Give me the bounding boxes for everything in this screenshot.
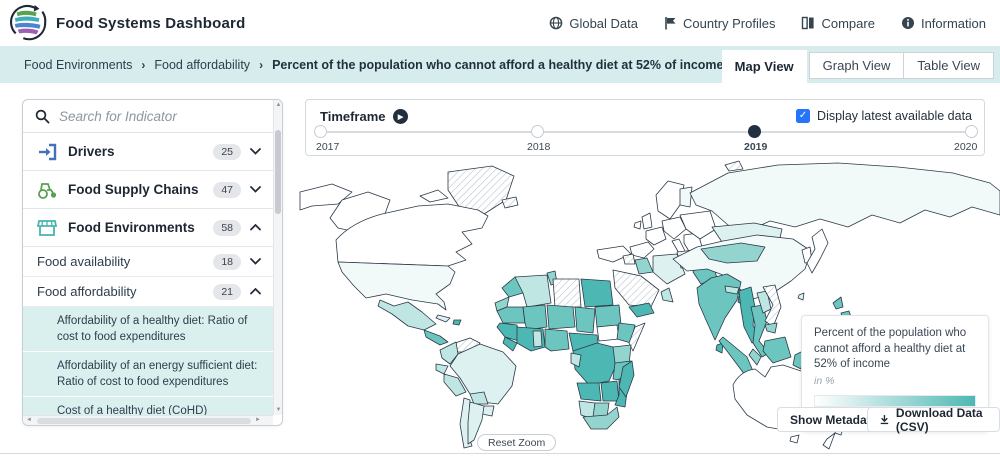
subsection-label: Food availability bbox=[37, 254, 130, 269]
reset-zoom-label: Reset Zoom bbox=[488, 437, 545, 449]
sidebar-section-food-supply-chains[interactable]: Food Supply Chains 47 bbox=[23, 171, 273, 209]
app-title: Food Systems Dashboard bbox=[56, 15, 245, 32]
display-latest-label: Display latest available data bbox=[817, 109, 972, 123]
year-label: 2020 bbox=[954, 141, 977, 153]
indicator-item[interactable]: Affordability of a healthy diet: Ratio o… bbox=[23, 307, 273, 352]
nav-label: Information bbox=[921, 16, 986, 31]
tab-map-view[interactable]: Map View bbox=[722, 50, 807, 83]
storefront-icon bbox=[35, 219, 59, 237]
nav-label: Global Data bbox=[569, 16, 638, 31]
year-slider-track[interactable] bbox=[320, 131, 970, 133]
view-tabs: Map View Graph View Table View bbox=[722, 50, 994, 83]
year-stop-2017[interactable] bbox=[314, 125, 327, 138]
reset-zoom-button[interactable]: Reset Zoom bbox=[477, 434, 556, 451]
sidebar-horizontal-scrollbar[interactable]: ◄ ► bbox=[23, 415, 273, 425]
count-badge: 18 bbox=[213, 254, 241, 270]
indicator-item[interactable]: Affordability of an energy sufficient di… bbox=[23, 352, 273, 397]
section-label: Food Environments bbox=[68, 220, 195, 235]
chevron-down-icon bbox=[250, 148, 261, 155]
breadcrumb-separator: › bbox=[141, 58, 145, 72]
compare-icon bbox=[801, 16, 815, 30]
breadcrumb: Food Environments › Food affordability ›… bbox=[24, 46, 724, 83]
sidebar-subsection-food-affordability[interactable]: Food affordability 21 bbox=[23, 277, 273, 307]
timeframe-label: Timeframe bbox=[320, 109, 386, 124]
flag-icon bbox=[664, 16, 677, 30]
display-latest-checkbox-row[interactable]: ✓ Display latest available data bbox=[796, 109, 972, 123]
count-badge: 58 bbox=[213, 220, 241, 236]
legend-title: Percent of the population who cannot aff… bbox=[814, 326, 976, 373]
login-arrow-icon bbox=[35, 143, 59, 161]
download-data-label: Download Data (CSV) bbox=[896, 406, 987, 434]
year-label-selected: 2019 bbox=[744, 141, 767, 153]
sidebar-section-food-environments[interactable]: Food Environments 58 bbox=[23, 209, 273, 247]
tab-table-view[interactable]: Table View bbox=[904, 52, 994, 79]
globe-icon bbox=[549, 16, 563, 30]
section-label: Drivers bbox=[68, 144, 115, 159]
info-icon bbox=[901, 16, 915, 30]
scroll-right-arrow[interactable]: ► bbox=[255, 417, 261, 423]
year-label: 2017 bbox=[316, 141, 339, 153]
timeframe-panel: Timeframe ▶ ✓ Display latest available d… bbox=[305, 99, 985, 156]
breadcrumb-current-indicator: Percent of the population who cannot aff… bbox=[272, 58, 723, 72]
section-label: Food Supply Chains bbox=[68, 182, 199, 197]
search-icon bbox=[35, 109, 50, 124]
main-nav: Global Data Country Profiles Compare Inf… bbox=[549, 16, 1000, 31]
nav-compare[interactable]: Compare bbox=[801, 16, 874, 31]
nav-global-data[interactable]: Global Data bbox=[549, 16, 638, 31]
checkbox-checked-icon[interactable]: ✓ bbox=[796, 109, 810, 123]
count-badge: 47 bbox=[213, 182, 241, 198]
chevron-up-icon bbox=[250, 224, 261, 231]
indicator-sidebar: Drivers 25 Food Supply Chains 47 Food En… bbox=[22, 99, 283, 426]
chevron-up-icon bbox=[250, 288, 261, 295]
subsection-label: Food affordability bbox=[37, 284, 137, 299]
breadcrumb-level1[interactable]: Food Environments bbox=[24, 58, 132, 72]
download-icon bbox=[880, 413, 889, 426]
app-header: Food Systems Dashboard Global Data Count… bbox=[0, 0, 1000, 46]
sidebar-section-drivers[interactable]: Drivers 25 bbox=[23, 133, 273, 171]
chevron-down-icon bbox=[250, 186, 261, 193]
indicator-item[interactable]: Cost of a healthy diet (CoHD) bbox=[23, 397, 273, 415]
sidebar-subsection-food-availability[interactable]: Food availability 18 bbox=[23, 247, 273, 277]
year-stop-2018[interactable] bbox=[531, 125, 544, 138]
nav-label: Compare bbox=[821, 16, 874, 31]
tab-graph-view[interactable]: Graph View bbox=[809, 52, 905, 79]
count-badge: 21 bbox=[213, 284, 241, 300]
tractor-icon bbox=[35, 181, 59, 199]
legend-unit: in % bbox=[814, 375, 976, 387]
breadcrumb-level2[interactable]: Food affordability bbox=[154, 58, 250, 72]
nav-label: Country Profiles bbox=[683, 16, 775, 31]
search-input[interactable] bbox=[59, 109, 261, 124]
year-stop-2019-selected[interactable] bbox=[748, 125, 761, 138]
breadcrumb-separator: › bbox=[259, 58, 263, 72]
page-bottom-divider bbox=[0, 453, 1000, 454]
scroll-up-arrow[interactable]: ▲ bbox=[274, 102, 283, 108]
nav-information[interactable]: Information bbox=[901, 16, 986, 31]
sidebar-vertical-scrollbar[interactable]: ▲ ▼ bbox=[273, 100, 282, 415]
scrollbar-thumb[interactable] bbox=[275, 130, 281, 214]
show-metadata-label: Show Metadata bbox=[790, 413, 877, 427]
count-badge: 25 bbox=[213, 144, 241, 160]
south-america[interactable] bbox=[436, 338, 516, 448]
food-systems-logo-icon bbox=[10, 4, 48, 42]
indicator-search bbox=[23, 100, 273, 133]
scroll-down-arrow[interactable]: ▼ bbox=[274, 407, 283, 413]
nav-country-profiles[interactable]: Country Profiles bbox=[664, 16, 775, 31]
chevron-down-icon bbox=[250, 258, 261, 265]
download-data-button[interactable]: Download Data (CSV) bbox=[867, 407, 1000, 432]
scroll-left-arrow[interactable]: ◄ bbox=[26, 417, 32, 423]
scrollbar-thumb[interactable] bbox=[37, 418, 251, 424]
year-stop-2020[interactable] bbox=[965, 125, 978, 138]
year-label: 2018 bbox=[527, 141, 550, 153]
play-button[interactable]: ▶ bbox=[393, 109, 408, 124]
